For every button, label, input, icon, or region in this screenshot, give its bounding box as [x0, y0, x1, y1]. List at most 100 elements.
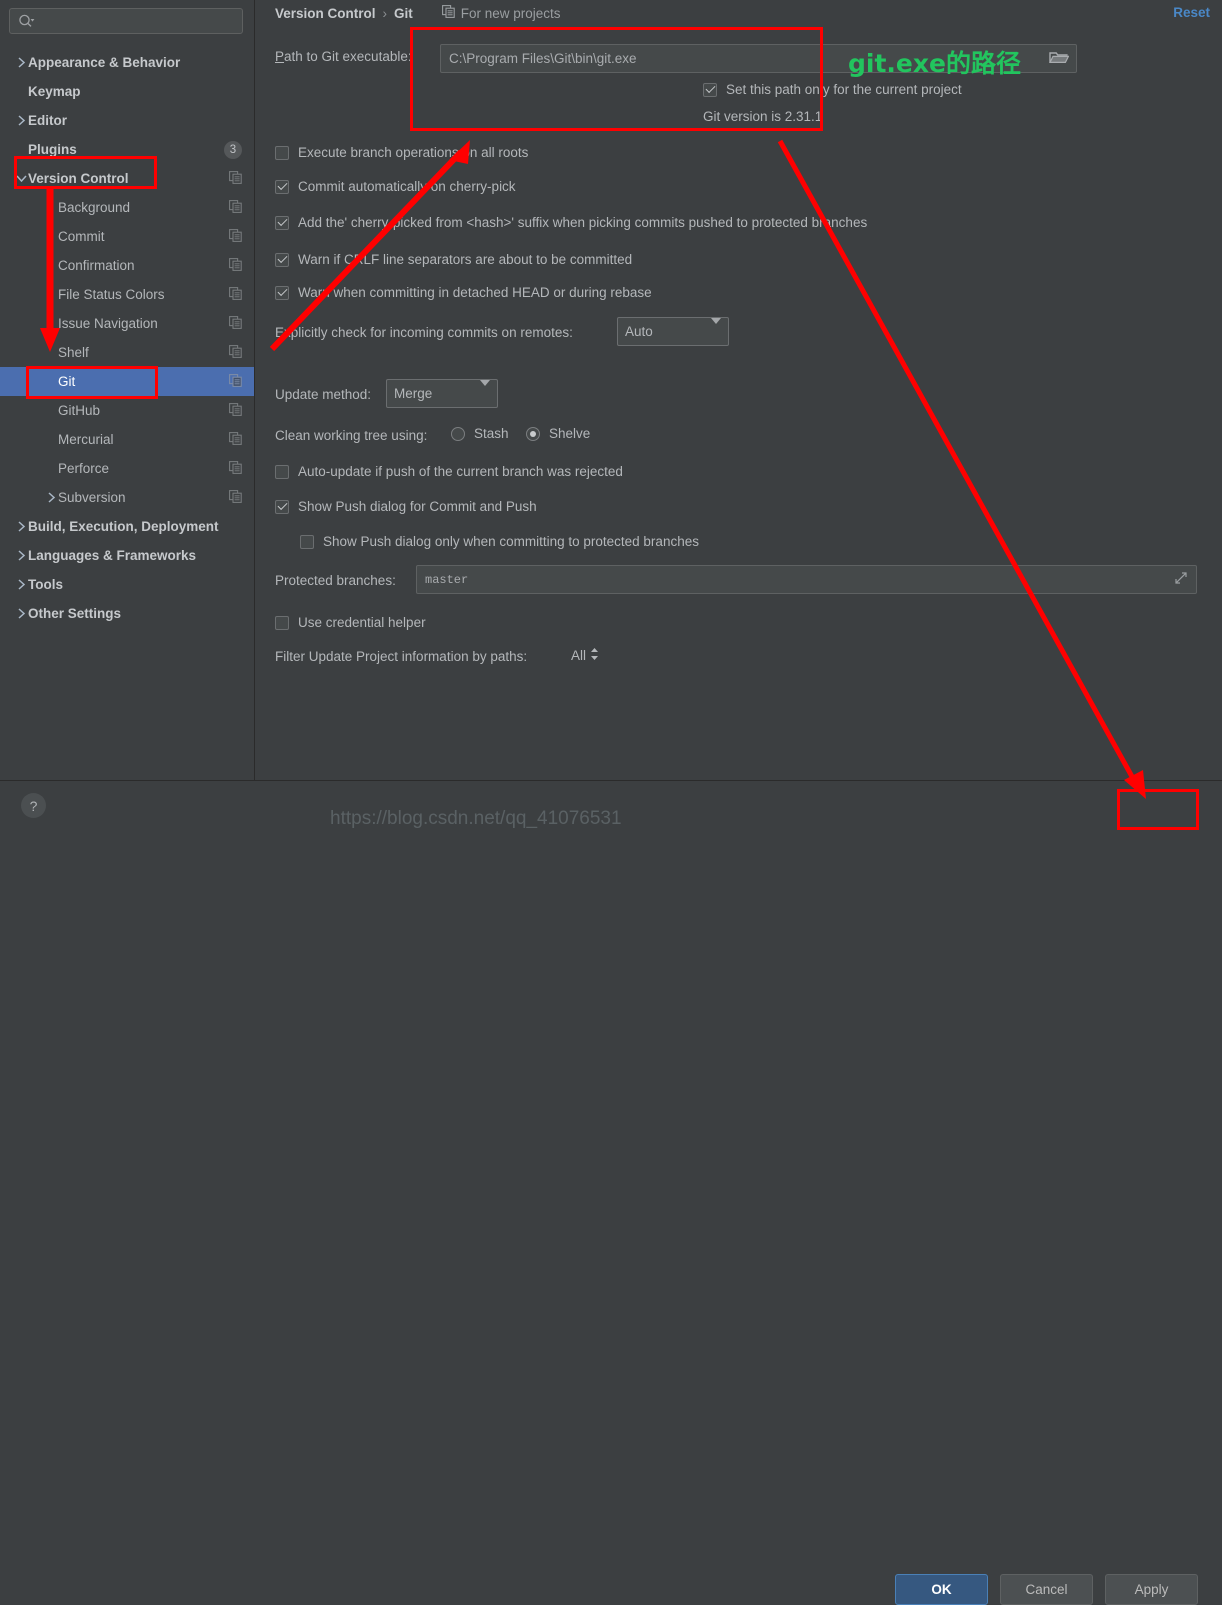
git-option-label: Add the' cherry-picked from <hash>' suff…: [298, 215, 868, 230]
sidebar-item-label: Appearance & Behavior: [28, 55, 181, 70]
copy-icon[interactable]: [229, 170, 242, 187]
git-option-checkbox[interactable]: [275, 145, 289, 160]
copy-icon[interactable]: [229, 402, 242, 419]
git-option-label: Execute branch operations on all roots: [298, 145, 529, 160]
use-credential-helper-row[interactable]: Use credential helper: [275, 615, 426, 630]
filter-paths-selector[interactable]: All: [571, 647, 599, 664]
updown-spinner-icon[interactable]: [590, 647, 599, 664]
copy-icon[interactable]: [229, 315, 242, 332]
sidebar-item-appearance-behavior[interactable]: Appearance & Behavior: [0, 48, 254, 77]
reset-link[interactable]: Reset: [1173, 5, 1210, 20]
shelve-label: Shelve: [549, 426, 591, 441]
git-option-checkbox[interactable]: [275, 252, 289, 267]
sidebar-item-keymap[interactable]: Keymap: [0, 77, 254, 106]
chevron-down-icon[interactable]: [14, 174, 28, 183]
sidebar-item-version-control[interactable]: Version Control: [0, 164, 254, 193]
git-option-checkbox-row-0[interactable]: Execute branch operations on all roots: [275, 145, 528, 160]
apply-button-label: Apply: [1134, 1582, 1169, 1597]
sidebar-item-background[interactable]: Background: [0, 193, 254, 222]
chevron-right-icon[interactable]: [14, 579, 28, 590]
sidebar-item-confirmation[interactable]: Confirmation: [0, 251, 254, 280]
protected-branches-input[interactable]: master: [416, 565, 1197, 594]
ok-button[interactable]: OK: [895, 1574, 988, 1605]
search-field-wrap[interactable]: [9, 8, 243, 34]
sidebar-item-shelf[interactable]: Shelf: [0, 338, 254, 367]
git-option-checkbox-row-2[interactable]: Add the' cherry-picked from <hash>' suff…: [275, 215, 867, 230]
clean-working-tree-radio-stash[interactable]: Stash: [451, 426, 509, 441]
stash-radio[interactable]: [451, 426, 465, 441]
path-label-rest: ath to Git executable:: [284, 49, 412, 64]
git-option-checkbox[interactable]: [275, 179, 289, 194]
use-credential-helper-checkbox[interactable]: [275, 615, 289, 630]
sidebar-item-languages-frameworks[interactable]: Languages & Frameworks: [0, 541, 254, 570]
chevron-down-icon: [480, 380, 490, 401]
git-option-checkbox-row-3[interactable]: Warn if CRLF line separators are about t…: [275, 252, 632, 267]
sidebar-item-build-execution-deployment[interactable]: Build, Execution, Deployment: [0, 512, 254, 541]
copy-icon[interactable]: [229, 460, 242, 477]
apply-button[interactable]: Apply: [1105, 1574, 1198, 1605]
copy-icon[interactable]: [229, 199, 242, 216]
update-method-select[interactable]: Merge: [386, 379, 498, 408]
help-icon[interactable]: ?: [21, 793, 46, 818]
copy-icon[interactable]: [229, 228, 242, 245]
sidebar-item-issue-navigation[interactable]: Issue Navigation: [0, 309, 254, 338]
git-option-checkbox[interactable]: [275, 285, 289, 300]
set-path-only-current-project-checkbox[interactable]: [703, 82, 717, 97]
sidebar-item-trailing: [229, 344, 242, 361]
sidebar-item-commit[interactable]: Commit: [0, 222, 254, 251]
settings-tree[interactable]: Appearance & Behavior Keymap Editor Plugins…: [0, 48, 254, 628]
chevron-right-icon[interactable]: [44, 492, 58, 503]
git-path-browse-button[interactable]: [1019, 44, 1077, 73]
sidebar-item-label: Tools: [28, 577, 63, 592]
git-path-input[interactable]: C:\Program Files\Git\bin\git.exe: [440, 44, 1077, 73]
sidebar-item-file-status-colors[interactable]: File Status Colors: [0, 280, 254, 309]
for-new-projects[interactable]: For new projects: [441, 5, 561, 21]
chevron-right-icon[interactable]: [14, 115, 28, 126]
incoming-commits-value: Auto: [625, 324, 653, 339]
copy-icon[interactable]: [229, 431, 242, 448]
sidebar-item-github[interactable]: GitHub: [0, 396, 254, 425]
git-version-text: Git version is 2.31.1: [703, 109, 823, 124]
sidebar-item-mercurial[interactable]: Mercurial: [0, 425, 254, 454]
incoming-commits-select[interactable]: Auto: [617, 317, 729, 346]
sidebar-item-other-settings[interactable]: Other Settings: [0, 599, 254, 628]
path-label-mnemonic: P: [275, 49, 285, 64]
shelve-radio[interactable]: [526, 426, 540, 441]
push-option-checkbox-row-0[interactable]: Auto-update if push of the current branc…: [275, 464, 623, 479]
copy-icon[interactable]: [229, 373, 242, 390]
sidebar-item-subversion[interactable]: Subversion: [0, 483, 254, 512]
sidebar-item-label: Plugins: [28, 142, 77, 157]
chevron-right-icon[interactable]: [14, 57, 28, 68]
sidebar-item-label: Version Control: [28, 171, 129, 186]
sidebar-item-plugins[interactable]: Plugins 3: [0, 135, 254, 164]
push-option-checkbox-row-2[interactable]: Show Push dialog only when committing to…: [300, 534, 699, 549]
cancel-button[interactable]: Cancel: [1000, 1574, 1093, 1605]
git-option-checkbox-row-4[interactable]: Warn when committing in detached HEAD or…: [275, 285, 652, 300]
sidebar-item-trailing: [229, 257, 242, 274]
clean-working-tree-radio-shelve[interactable]: Shelve: [526, 426, 590, 441]
push-option-checkbox[interactable]: [275, 499, 289, 514]
protected-branches-value: master: [425, 572, 469, 587]
chevron-right-icon[interactable]: [14, 550, 28, 561]
sidebar-item-git[interactable]: Git: [0, 367, 254, 396]
push-option-checkbox[interactable]: [275, 464, 289, 479]
sidebar-item-perforce[interactable]: Perforce: [0, 454, 254, 483]
push-option-checkbox-row-1[interactable]: Show Push dialog for Commit and Push: [275, 499, 537, 514]
copy-icon[interactable]: [229, 489, 242, 506]
chevron-right-icon[interactable]: [14, 521, 28, 532]
sidebar-item-tools[interactable]: Tools: [0, 570, 254, 599]
search-input[interactable]: [9, 8, 243, 34]
push-option-checkbox[interactable]: [300, 534, 314, 549]
update-method-value: Merge: [394, 386, 433, 401]
for-new-projects-label: For new projects: [460, 5, 561, 21]
sidebar-item-editor[interactable]: Editor: [0, 106, 254, 135]
git-option-checkbox-row-1[interactable]: Commit automatically on cherry-pick: [275, 179, 516, 194]
chevron-right-icon[interactable]: [14, 608, 28, 619]
set-path-only-current-project-row[interactable]: Set this path only for the current proje…: [703, 82, 962, 97]
git-option-checkbox[interactable]: [275, 215, 289, 230]
copy-icon[interactable]: [229, 257, 242, 274]
breadcrumb-version-control[interactable]: Version Control: [275, 6, 376, 21]
copy-icon[interactable]: [229, 286, 242, 303]
copy-icon[interactable]: [229, 344, 242, 361]
expand-icon[interactable]: [1174, 571, 1188, 589]
